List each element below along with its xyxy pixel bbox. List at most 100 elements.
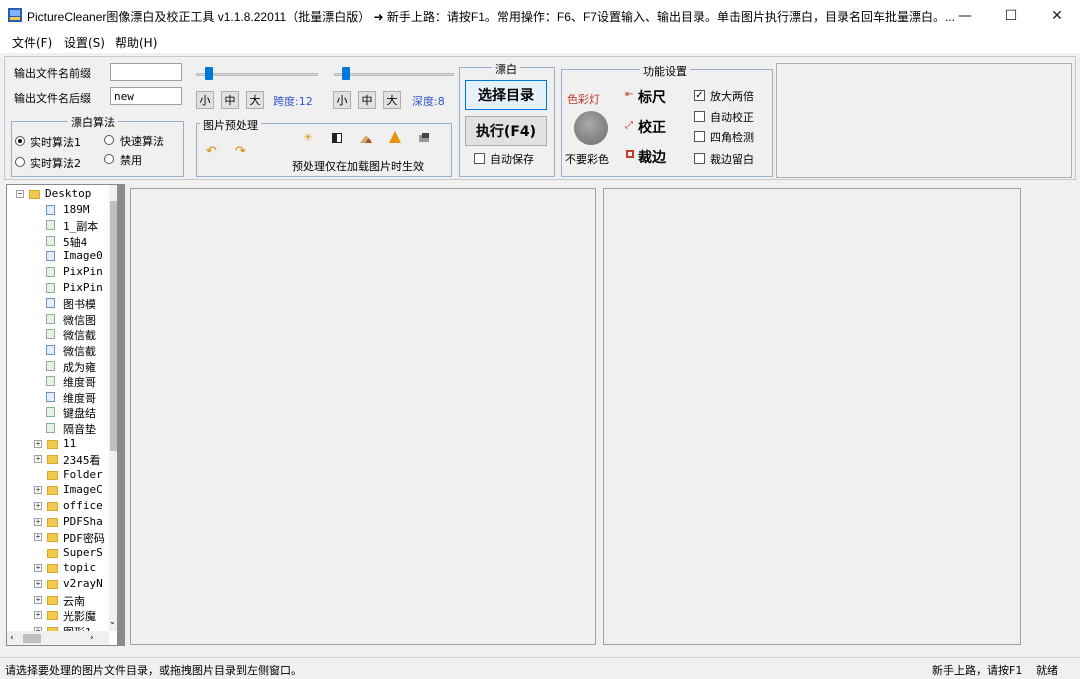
status-hint: 新手上路，请按F1 bbox=[932, 664, 1023, 677]
expand-icon[interactable]: + bbox=[34, 517, 42, 526]
tree-horizontal-scrollbar[interactable]: ‹ › bbox=[7, 631, 109, 645]
source-image-pane[interactable] bbox=[130, 188, 596, 645]
expand-icon[interactable]: + bbox=[34, 455, 42, 464]
expand-icon[interactable]: + bbox=[34, 502, 42, 510]
tree-root-label: Desktop bbox=[45, 187, 92, 200]
image-file-icon bbox=[46, 204, 55, 215]
title-bar: PictureCleaner图像漂白及校正工具 v1.1.8.22011（批量漂… bbox=[0, 0, 1080, 31]
warning-icon[interactable] bbox=[389, 131, 401, 146]
suffix-input[interactable] bbox=[110, 87, 182, 105]
span-medium-button[interactable]: 中 bbox=[221, 91, 239, 109]
crop-margin-label[interactable]: 裁边留白 bbox=[710, 151, 754, 167]
tree-hscroll-thumb[interactable] bbox=[23, 634, 41, 643]
status-bar: 请选择要处理的图片文件目录，或拖拽图片目录到左侧窗口。 新手上路，请按F1 就绪 bbox=[0, 657, 1080, 679]
expand-icon[interactable]: + bbox=[34, 486, 42, 495]
corner-detect-label[interactable]: 四角检测 bbox=[710, 129, 754, 145]
undo-icon[interactable]: ↶ bbox=[206, 144, 217, 159]
eraser-icon[interactable] bbox=[418, 132, 430, 146]
span-small-button[interactable]: 小 bbox=[196, 91, 214, 109]
radio-fast[interactable] bbox=[104, 135, 114, 145]
close-button[interactable]: ✕ bbox=[1034, 0, 1080, 31]
tree-file-label: 维度哥 bbox=[63, 376, 96, 390]
image-file-icon bbox=[46, 376, 55, 387]
radio-disable[interactable] bbox=[104, 154, 114, 164]
folder-icon bbox=[47, 502, 58, 511]
radio-disable-label[interactable]: 禁用 bbox=[120, 152, 142, 168]
color-lamp-indicator[interactable] bbox=[574, 111, 608, 145]
menu-file[interactable]: 文件(F) bbox=[12, 34, 52, 51]
window-title: PictureCleaner图像漂白及校正工具 v1.1.8.22011（批量漂… bbox=[27, 10, 955, 24]
tree-vertical-scrollbar[interactable]: ⌄ bbox=[109, 185, 117, 631]
correct-icon[interactable]: ⤢ bbox=[625, 120, 633, 131]
depth-medium-button[interactable]: 中 bbox=[358, 91, 376, 109]
folder-icon bbox=[47, 564, 58, 574]
tree-folder-label: 光影魔 bbox=[63, 610, 96, 624]
crop-button[interactable]: 裁边 bbox=[638, 147, 666, 167]
tree-file-label: 微信截 bbox=[63, 329, 96, 343]
levels-icon[interactable] bbox=[360, 132, 372, 146]
tree-file-label: 键盘结 bbox=[63, 407, 96, 421]
span-slider-thumb[interactable] bbox=[205, 67, 213, 80]
image-file-icon bbox=[46, 313, 55, 324]
radio-realtime-2-label[interactable]: 实时算法2 bbox=[30, 155, 81, 171]
span-large-button[interactable]: 大 bbox=[246, 91, 264, 109]
corner-detect-checkbox[interactable] bbox=[694, 131, 705, 142]
scroll-down-icon[interactable]: ⌄ bbox=[109, 617, 116, 626]
tree-file-label: 1_副本 bbox=[63, 220, 99, 234]
contrast-icon[interactable] bbox=[332, 133, 342, 143]
tree-folder-label: v2rayN bbox=[63, 577, 103, 590]
folder-tree[interactable]: − Desktop 189M 1_副本 5轴4 Image0 PixPin PixPin 图书模… bbox=[6, 184, 118, 646]
result-image-pane[interactable] bbox=[603, 188, 1021, 645]
expand-icon[interactable]: + bbox=[34, 564, 42, 573]
expand-icon[interactable]: + bbox=[34, 439, 42, 448]
expand-icon[interactable]: + bbox=[34, 595, 42, 604]
image-file-icon bbox=[46, 345, 55, 355]
expand-icon[interactable]: + bbox=[34, 580, 42, 588]
minimize-button[interactable]: — bbox=[942, 0, 988, 31]
radio-fast-label[interactable]: 快速算法 bbox=[120, 133, 164, 149]
depth-large-button[interactable]: 大 bbox=[383, 91, 401, 109]
scroll-left-icon[interactable]: ‹ bbox=[10, 633, 14, 643]
menu-help[interactable]: 帮助(H) bbox=[115, 34, 157, 51]
brightness-icon[interactable]: ☀ bbox=[303, 132, 315, 144]
menu-settings[interactable]: 设置(S) bbox=[64, 34, 105, 51]
depth-small-button[interactable]: 小 bbox=[333, 91, 351, 109]
depth-slider-thumb[interactable] bbox=[342, 67, 350, 80]
auto-save-checkbox[interactable] bbox=[474, 153, 485, 164]
radio-realtime-1-label[interactable]: 实时算法1 bbox=[30, 134, 81, 150]
pane-splitter[interactable] bbox=[118, 184, 125, 646]
tree-folder-label: ImageC bbox=[63, 483, 103, 497]
radio-realtime-1[interactable] bbox=[15, 136, 25, 146]
maximize-button[interactable]: ☐ bbox=[988, 0, 1034, 31]
prefix-input[interactable] bbox=[110, 63, 182, 81]
span-slider-track[interactable] bbox=[196, 73, 318, 76]
tree-file-label: 微信图 bbox=[63, 313, 96, 327]
redo-icon[interactable]: ↷ bbox=[235, 144, 246, 159]
image-file-icon bbox=[46, 391, 55, 402]
expand-icon[interactable]: + bbox=[34, 533, 42, 542]
depth-slider-track[interactable] bbox=[334, 73, 454, 76]
auto-save-label[interactable]: 自动保存 bbox=[490, 151, 534, 167]
radio-realtime-2[interactable] bbox=[15, 157, 25, 167]
crop-margin-checkbox[interactable] bbox=[694, 153, 705, 164]
correct-button[interactable]: 校正 bbox=[638, 117, 666, 137]
scroll-right-icon[interactable]: › bbox=[90, 633, 94, 643]
suffix-label: 输出文件名后缀 bbox=[14, 92, 91, 105]
auto-correct-label[interactable]: 自动校正 bbox=[710, 109, 754, 125]
tree-folder-label: office bbox=[63, 499, 103, 512]
tree-folder-label: SuperS bbox=[63, 545, 103, 559]
execute-button[interactable]: 执行(F4) bbox=[465, 116, 547, 146]
image-file-icon bbox=[46, 407, 55, 418]
zoom-2x-label[interactable]: 放大两倍 bbox=[710, 88, 754, 104]
ruler-icon[interactable]: ⇤ bbox=[625, 89, 633, 100]
crop-icon[interactable] bbox=[626, 150, 634, 158]
zoom-2x-checkbox[interactable]: ✓ bbox=[694, 90, 705, 101]
tree-vscroll-thumb[interactable] bbox=[110, 201, 117, 451]
expand-icon[interactable]: + bbox=[34, 611, 42, 620]
ruler-button[interactable]: 标尺 bbox=[638, 87, 666, 107]
auto-correct-checkbox[interactable] bbox=[694, 111, 705, 122]
image-file-icon bbox=[46, 267, 55, 277]
preview-thumbnail bbox=[776, 63, 1072, 178]
collapse-icon[interactable]: − bbox=[16, 190, 24, 198]
select-directory-button[interactable]: 选择目录 bbox=[465, 80, 547, 110]
